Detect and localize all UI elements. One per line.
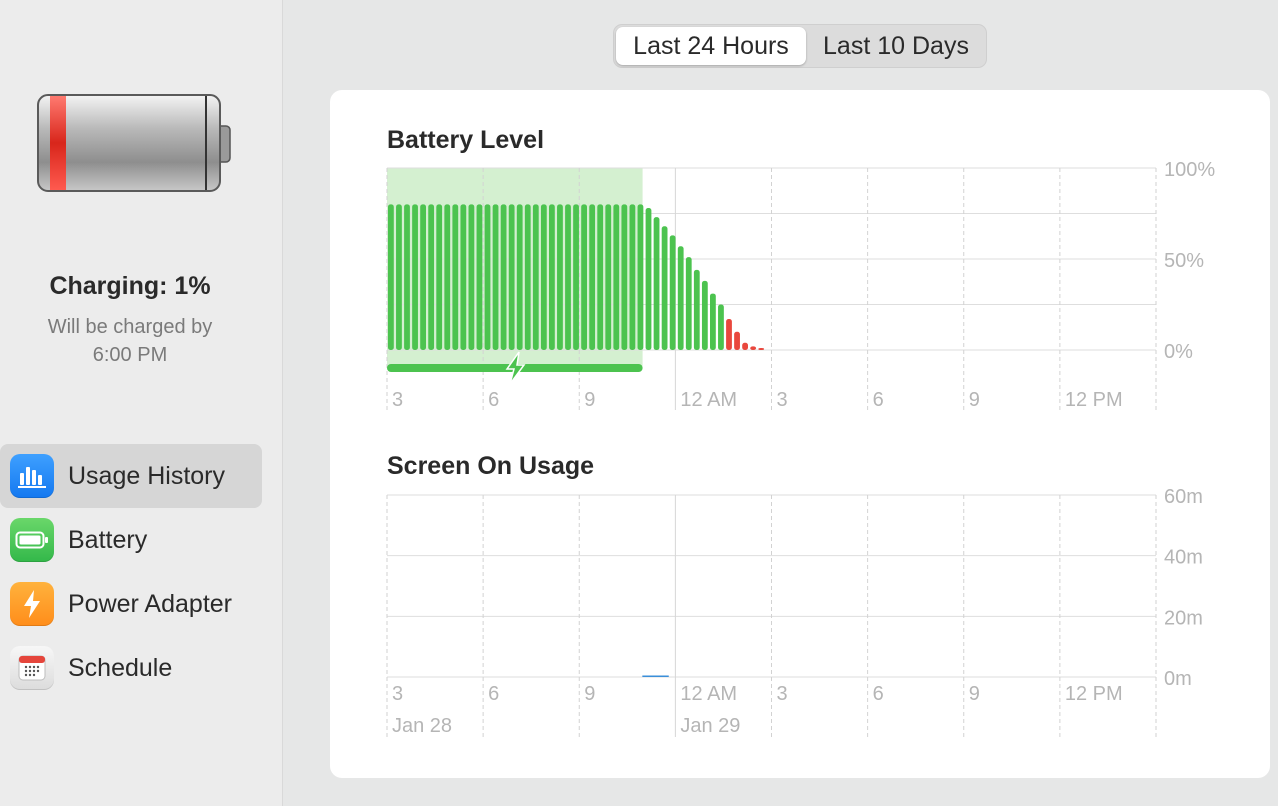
battery-level-bar xyxy=(492,204,499,350)
battery-x-tick: 12 AM xyxy=(680,389,737,411)
battery-level-bar xyxy=(693,269,700,350)
battery-level-bar xyxy=(540,204,547,350)
battery-level-bar xyxy=(396,204,402,350)
usage-date-label: Jan 29 xyxy=(680,715,740,737)
sidebar-item-label: Usage History xyxy=(68,461,225,490)
screen-usage-bar xyxy=(642,675,669,677)
battery-level-bar xyxy=(645,208,652,350)
usage-y-tick: 0m xyxy=(1164,668,1192,690)
battery-x-tick: 9 xyxy=(969,389,980,411)
battery-y-tick: 50% xyxy=(1164,250,1204,272)
charge-estimate: Will be charged by 6:00 PM xyxy=(18,313,242,369)
lightning-icon xyxy=(10,582,54,626)
battery-level-bar xyxy=(476,204,483,350)
sidebar-item-label: Power Adapter xyxy=(68,589,232,618)
charging-status: Charging: 1% xyxy=(49,272,211,300)
battery-level-bar xyxy=(412,204,418,350)
battery-level-bar xyxy=(734,331,740,350)
usage-charts: 100% 50% 0% 3 6 9 12 AM 3 6 9 12 PM 60m 40m 20m 0m 3 6 9 1… xyxy=(386,159,1215,737)
segment-last-24-hours[interactable]: Last 24 Hours xyxy=(616,27,806,65)
battery-x-tick: 9 xyxy=(584,389,595,411)
sidebar-item-schedule[interactable]: Schedule xyxy=(0,636,262,700)
sidebar-item-label: Battery xyxy=(68,525,148,554)
battery-level-bar xyxy=(661,226,668,350)
battery-level-bar xyxy=(629,204,636,350)
usage-x-tick: 12 PM xyxy=(1065,683,1123,705)
charge-estimate-time: 6:00 PM xyxy=(92,344,168,366)
battery-level-bar xyxy=(637,204,644,350)
battery-level-bar xyxy=(750,346,757,350)
battery-level-bar xyxy=(605,204,612,350)
battery-level-bar xyxy=(420,204,426,350)
usage-x-tick: 12 AM xyxy=(680,683,737,705)
battery-x-tick: 6 xyxy=(488,389,499,411)
battery-y-tick: 0% xyxy=(1164,341,1193,363)
usage-x-tick: 9 xyxy=(584,683,595,705)
sidebar-nav: Usage History Battery Power Adapter Sche… xyxy=(0,444,262,700)
usage-y-tick: 40m xyxy=(1164,547,1203,569)
time-range-control: Last 24 Hours Last 10 Days xyxy=(613,24,987,68)
bar-chart-icon xyxy=(10,454,54,498)
sidebar-item-power-adapter[interactable]: Power Adapter xyxy=(0,572,262,636)
sidebar: Charging: 1% Will be charged by 6:00 PM … xyxy=(0,0,283,806)
usage-x-tick: 6 xyxy=(873,683,884,705)
battery-level-bar xyxy=(532,204,539,350)
sidebar-item-label: Schedule xyxy=(68,653,173,682)
battery-y-tick: 100% xyxy=(1164,159,1215,181)
battery-level-bar xyxy=(460,204,467,350)
usage-date-label: Jan 28 xyxy=(392,715,452,737)
battery-level-bar xyxy=(444,204,451,350)
battery-level-bar xyxy=(701,280,708,350)
battery-x-tick: 3 xyxy=(392,389,403,411)
battery-level-bar xyxy=(685,257,692,350)
usage-x-tick: 3 xyxy=(392,683,403,705)
battery-level-bar xyxy=(597,204,604,350)
battery-level-bar xyxy=(718,304,724,350)
usage-y-tick: 20m xyxy=(1164,607,1203,629)
battery-level-bar xyxy=(428,204,435,350)
battery-icon xyxy=(10,518,54,562)
battery-level-bar xyxy=(436,204,443,350)
battery-x-tick: 6 xyxy=(873,389,884,411)
battery-level-bar xyxy=(613,204,620,350)
battery-level-bar xyxy=(516,204,523,350)
usage-x-tick: 3 xyxy=(777,683,788,705)
sidebar-item-battery[interactable]: Battery xyxy=(0,508,262,572)
battery-level-bar xyxy=(524,204,531,350)
battery-level-bar xyxy=(726,319,732,350)
battery-level-bar xyxy=(742,342,748,350)
battery-level-bar xyxy=(500,204,507,350)
battery-level-bar xyxy=(484,204,491,350)
calendar-icon xyxy=(10,646,54,690)
battery-level-bar xyxy=(653,217,660,350)
battery-level-bar xyxy=(549,204,555,350)
battery-level-bar xyxy=(710,293,716,350)
battery-level-bar xyxy=(404,204,410,350)
battery-level-bar xyxy=(468,204,475,350)
battery-level-bar xyxy=(452,204,459,350)
battery-level-bar xyxy=(589,204,596,350)
battery-level-bar xyxy=(669,235,676,350)
battery-level-bar xyxy=(388,204,394,350)
battery-level-bar xyxy=(557,204,563,350)
battery-level-bar xyxy=(621,204,628,350)
battery-level-bar xyxy=(508,204,515,350)
segment-last-10-days[interactable]: Last 10 Days xyxy=(808,27,984,65)
battery-x-tick: 12 PM xyxy=(1065,389,1123,411)
battery-x-tick: 3 xyxy=(777,389,788,411)
battery-level-icon xyxy=(37,94,231,192)
sidebar-item-usage-history[interactable]: Usage History xyxy=(0,444,262,508)
usage-x-tick: 6 xyxy=(488,683,499,705)
battery-level-bar xyxy=(758,348,765,350)
usage-y-tick: 60m xyxy=(1164,486,1203,508)
battery-level-bar xyxy=(581,204,587,350)
battery-level-bar xyxy=(565,204,571,350)
charts-card: Battery Level Screen On Usage 100% 50% 0% 3… xyxy=(330,90,1270,778)
charge-estimate-line1: Will be charged by xyxy=(47,316,213,338)
battery-level-bar xyxy=(573,204,579,350)
battery-level-bar xyxy=(677,246,684,350)
usage-x-tick: 9 xyxy=(969,683,980,705)
